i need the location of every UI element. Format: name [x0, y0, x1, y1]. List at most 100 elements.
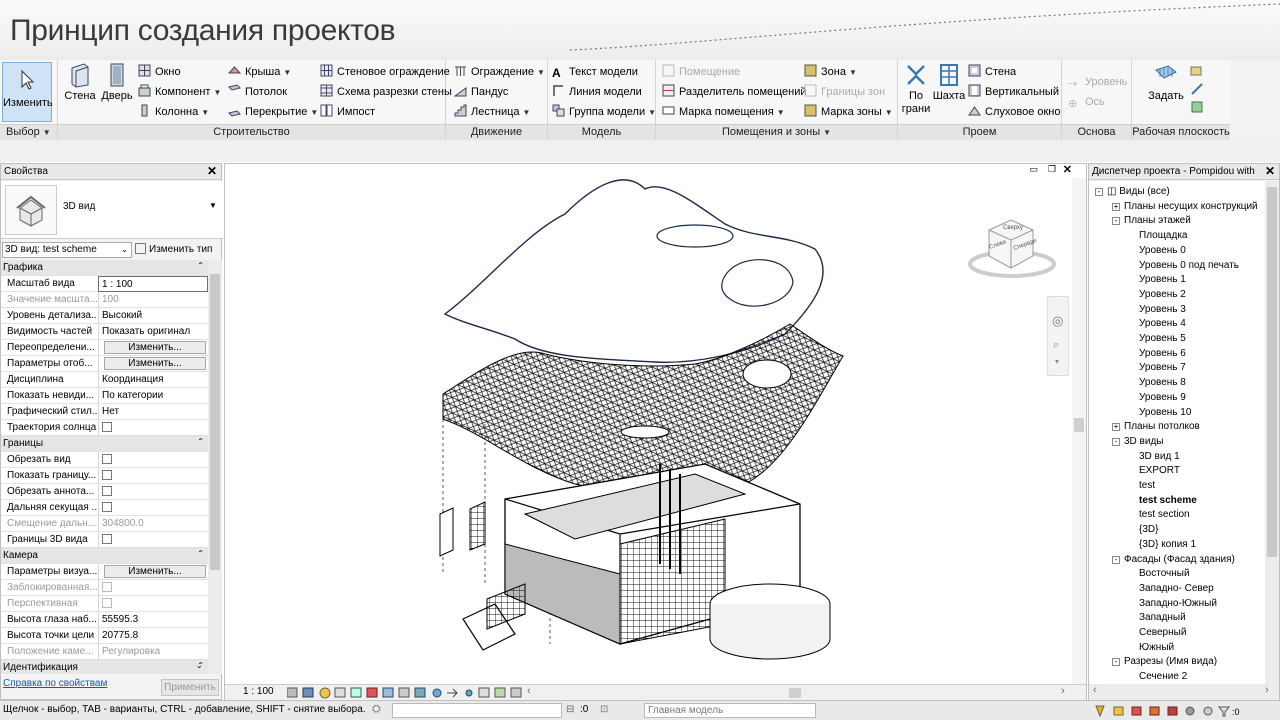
property-group-header[interactable]: Графика ⌃ — [1, 260, 208, 276]
property-row[interactable]: Масштаб вида 1 : 100 — [1, 276, 208, 292]
viewcube[interactable]: Слева Спереди Сверху — [967, 212, 1057, 282]
3d-viewport[interactable]: ▭ ❐ ✕ Слева Спереди Сверху ◎ ⌕ ▾ 1: 100… — [224, 163, 1087, 700]
shaft-button[interactable]: Шахта — [932, 62, 966, 103]
properties-scroll-thumb[interactable] — [210, 274, 220, 570]
browser-vscroll-thumb[interactable] — [1267, 187, 1277, 557]
railing-button[interactable]: Ограждение ▼ — [454, 64, 545, 80]
dormer-button[interactable]: Слуховое окно — [968, 104, 1061, 120]
level-button[interactable]: ⇢ Уровень — [1068, 74, 1127, 90]
collapse-icon[interactable]: - — [1095, 188, 1103, 196]
property-row[interactable]: Положение каме... Регулировка — [1, 644, 208, 660]
ref-plane-button[interactable] — [1190, 82, 1204, 96]
roof-button[interactable]: Крыша ▼ — [228, 64, 291, 80]
model-group-button[interactable]: Группа модели ▼ — [552, 104, 656, 120]
browser-view-item[interactable]: {3D} копия 1 — [1139, 537, 1196, 552]
status-tool-icons[interactable]: :0 — [1094, 704, 1278, 718]
browser-view-item[interactable]: Уровень 8 — [1139, 375, 1186, 390]
browser-view-item[interactable]: EXPORT — [1139, 463, 1180, 478]
property-value[interactable]: Нет — [98, 404, 208, 420]
property-value[interactable]: По категории — [98, 388, 208, 404]
browser-view-item[interactable]: Северный — [1139, 625, 1186, 640]
collapse-group-icon[interactable]: ⌃ — [197, 549, 204, 558]
browser-category[interactable]: + Планы несущих конструкций — [1112, 199, 1258, 214]
room-tag-button[interactable]: Марка помещения ▼ — [662, 104, 785, 120]
browser-view-item[interactable]: Уровень 6 — [1139, 346, 1186, 361]
area-tag-button[interactable]: Марка зоны ▼ — [804, 104, 893, 120]
collapse-icon[interactable]: - — [1112, 217, 1120, 226]
view-control-icons[interactable] — [287, 686, 527, 700]
property-value[interactable]: 55595.3 — [98, 612, 208, 628]
filter-icon[interactable]: ⊟ — [566, 704, 574, 715]
grid-button[interactable]: ⊕ Ось — [1068, 94, 1105, 110]
select-group-label[interactable]: Выбор ▼ — [0, 125, 57, 139]
browser-hscroll-left-icon[interactable]: ‹ — [1093, 684, 1097, 696]
property-row[interactable]: Уровень детализа... Высокий — [1, 308, 208, 324]
close-icon[interactable]: ✕ — [207, 164, 217, 179]
design-option-dropdown[interactable]: Главная модель — [644, 703, 816, 718]
modify-button[interactable]: Изменить — [2, 62, 53, 122]
property-row[interactable]: Заблокированная... — [1, 580, 208, 596]
browser-category[interactable]: + Планы потолков — [1112, 419, 1200, 434]
property-value[interactable]: Изменить... — [98, 564, 208, 580]
browser-view-item[interactable]: Западный — [1139, 610, 1186, 625]
property-row[interactable]: Параметры визуа... Изменить... — [1, 564, 208, 580]
model-line-button[interactable]: Линия модели — [552, 84, 642, 100]
property-row[interactable]: Обрезать вид — [1, 452, 208, 468]
zoom-icon[interactable]: ⌕ — [1053, 339, 1059, 352]
type-dropdown-icon[interactable]: ▼ — [209, 201, 217, 210]
property-checkbox[interactable] — [102, 486, 112, 496]
property-value[interactable]: Изменить... — [98, 356, 208, 372]
viewer-button[interactable] — [1190, 100, 1204, 114]
vertical-opening-button[interactable]: Вертикальный — [968, 84, 1059, 100]
browser-view-item[interactable]: Сечение 2 — [1139, 669, 1187, 684]
component-button[interactable]: Компонент ▼ — [138, 84, 221, 100]
browser-view-item[interactable]: Южный — [1139, 640, 1174, 655]
area-button[interactable]: Зона ▼ — [804, 64, 857, 80]
browser-view-item[interactable]: Восточный — [1139, 566, 1190, 581]
property-checkbox[interactable] — [102, 534, 112, 544]
property-value[interactable] — [98, 468, 208, 484]
property-row[interactable]: Границы 3D вида — [1, 532, 208, 548]
viewcube-top-face[interactable]: Сверху — [1003, 225, 1023, 231]
hscroll-left-icon[interactable]: ‹ — [527, 685, 531, 697]
property-row[interactable]: Траектория солнца — [1, 420, 208, 436]
show-workplane-button[interactable] — [1190, 64, 1204, 78]
property-checkbox[interactable] — [102, 470, 112, 480]
view-selector-dropdown[interactable]: 3D вид: test scheme ⌄ — [2, 242, 132, 258]
browser-view-item[interactable]: test scheme — [1139, 493, 1197, 508]
property-row[interactable]: Графический стил... Нет — [1, 404, 208, 420]
type-selector[interactable]: 3D вид ▼ — [1, 181, 223, 239]
expand-icon[interactable]: + — [1112, 423, 1120, 432]
property-row[interactable]: Параметры отоб... Изменить... — [1, 356, 208, 372]
edit-property-button[interactable]: Изменить... — [104, 341, 206, 354]
property-value[interactable] — [98, 532, 208, 548]
browser-category[interactable]: - Планы этажей — [1112, 213, 1191, 228]
property-checkbox[interactable] — [102, 454, 112, 464]
properties-help-link[interactable]: Справка по свойствам — [3, 678, 107, 689]
ceiling-button[interactable]: Потолок — [228, 84, 287, 100]
browser-view-item[interactable]: Уровень 2 — [1139, 287, 1186, 302]
edit-type-button[interactable]: Изменить тип — [135, 242, 212, 257]
property-row[interactable]: Показать границу... — [1, 468, 208, 484]
browser-view-item[interactable]: test section — [1139, 507, 1190, 522]
browser-view-item[interactable]: Площадка — [1139, 228, 1187, 243]
browser-view-item[interactable]: Уровень 4 — [1139, 316, 1186, 331]
browser-category[interactable]: -3D виды — [1112, 434, 1163, 449]
browser-view-item[interactable]: Уровень 9 — [1139, 390, 1186, 405]
collapse-icon[interactable]: - — [1112, 555, 1120, 564]
property-row[interactable]: Высота точки цели 20775.8 — [1, 628, 208, 644]
browser-view-item[interactable]: Западно-Южный — [1139, 596, 1217, 611]
property-value[interactable]: Координация — [98, 372, 208, 388]
collapse-group-icon[interactable]: ⌃ — [197, 261, 204, 270]
browser-view-item[interactable]: {3D} — [1139, 522, 1158, 537]
browser-view-item[interactable]: 3D вид 1 — [1139, 449, 1180, 464]
browser-view-item[interactable]: Уровень 0 — [1139, 243, 1186, 258]
browser-view-item[interactable]: Уровень 3 — [1139, 302, 1186, 317]
browser-category[interactable]: - ◫ Виды (все) — [1095, 184, 1170, 199]
ramp-button[interactable]: Пандус — [454, 84, 508, 100]
property-value[interactable]: Высокий — [98, 308, 208, 324]
expand-icon[interactable]: + — [1112, 202, 1120, 211]
area-boundary-button[interactable]: Границы зон — [804, 84, 885, 100]
property-row[interactable]: Видимость частей Показать оригинал — [1, 324, 208, 340]
edit-property-button[interactable]: Изменить... — [104, 565, 206, 578]
